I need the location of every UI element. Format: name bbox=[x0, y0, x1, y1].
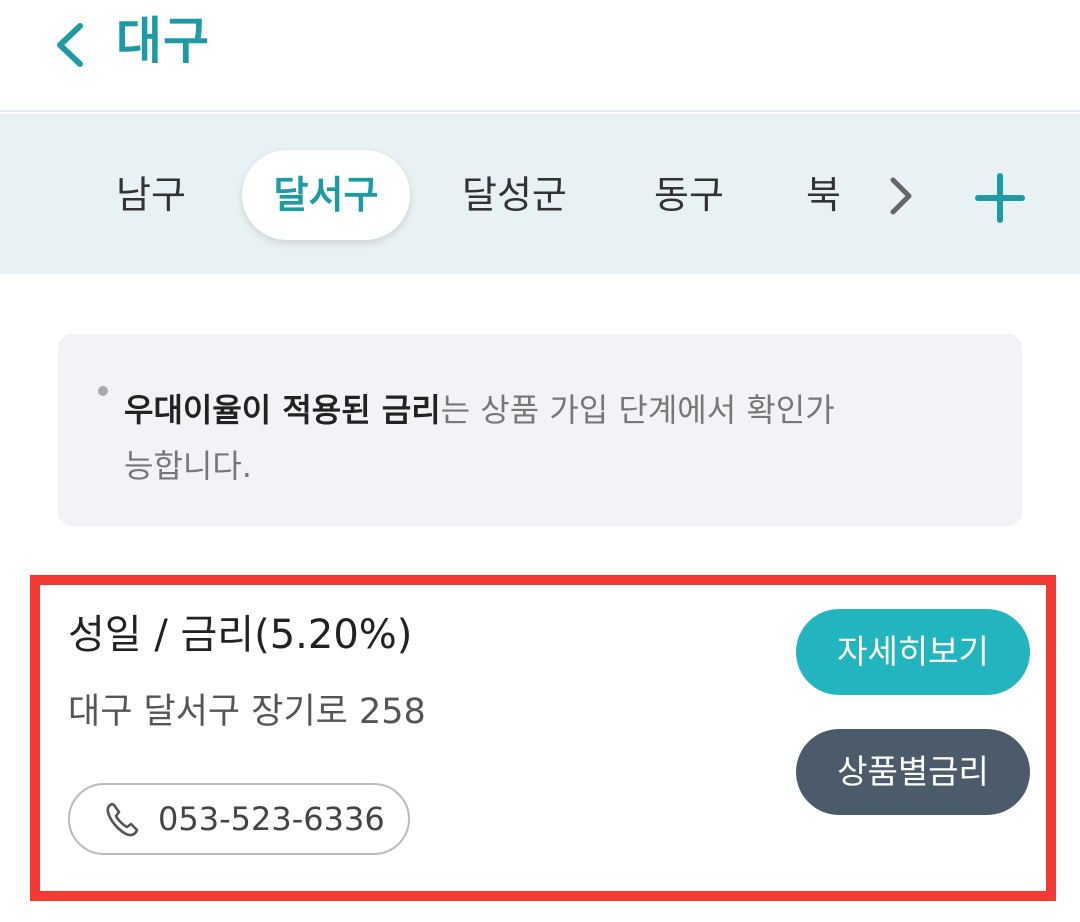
tab-dalseonggun[interactable]: 달성군 bbox=[462, 150, 567, 240]
chevron-right-icon[interactable] bbox=[884, 174, 918, 218]
phone-number: 053-523-6336 bbox=[158, 800, 385, 838]
tab-namgu[interactable]: 남구 bbox=[116, 150, 186, 240]
tab-bukgu[interactable]: 북 bbox=[806, 150, 841, 240]
district-tab-bar: 남구 달서구 달성군 동구 북 bbox=[0, 114, 1080, 274]
product-rate-button[interactable]: 상품별금리 bbox=[796, 729, 1030, 815]
notice-line-2: 능합니다. bbox=[124, 447, 252, 485]
plus-icon[interactable] bbox=[974, 172, 1026, 224]
detail-button[interactable]: 자세히보기 bbox=[796, 609, 1030, 695]
notice-strong-text: 우대이율이 적용된 금리 bbox=[124, 391, 441, 429]
bullet-icon bbox=[98, 386, 108, 396]
notice-line-1: 우대이율이 적용된 금리는 상품 가입 단계에서 확인가 bbox=[124, 382, 952, 438]
page-title: 대구 bbox=[116, 12, 210, 70]
branch-name: 성일 / 금리(5.20%) bbox=[68, 612, 413, 658]
tab-dalseogu[interactable]: 달서구 bbox=[242, 150, 410, 240]
phone-icon bbox=[106, 802, 139, 837]
branch-card: 성일 / 금리(5.20%) 대구 달서구 장기로 258 053-523-63… bbox=[30, 575, 1056, 901]
branch-address: 대구 달서구 장기로 258 bbox=[68, 692, 426, 732]
phone-button[interactable]: 053-523-6336 bbox=[68, 783, 410, 855]
tab-donggu[interactable]: 동구 bbox=[654, 150, 724, 240]
app-header: 대구 bbox=[0, 0, 1080, 112]
chevron-left-icon[interactable] bbox=[50, 20, 90, 70]
notice-rest-text: 는 상품 가입 단계에서 확인가 bbox=[440, 391, 835, 429]
rate-notice: 우대이율이 적용된 금리는 상품 가입 단계에서 확인가 능합니다. bbox=[58, 334, 1022, 526]
